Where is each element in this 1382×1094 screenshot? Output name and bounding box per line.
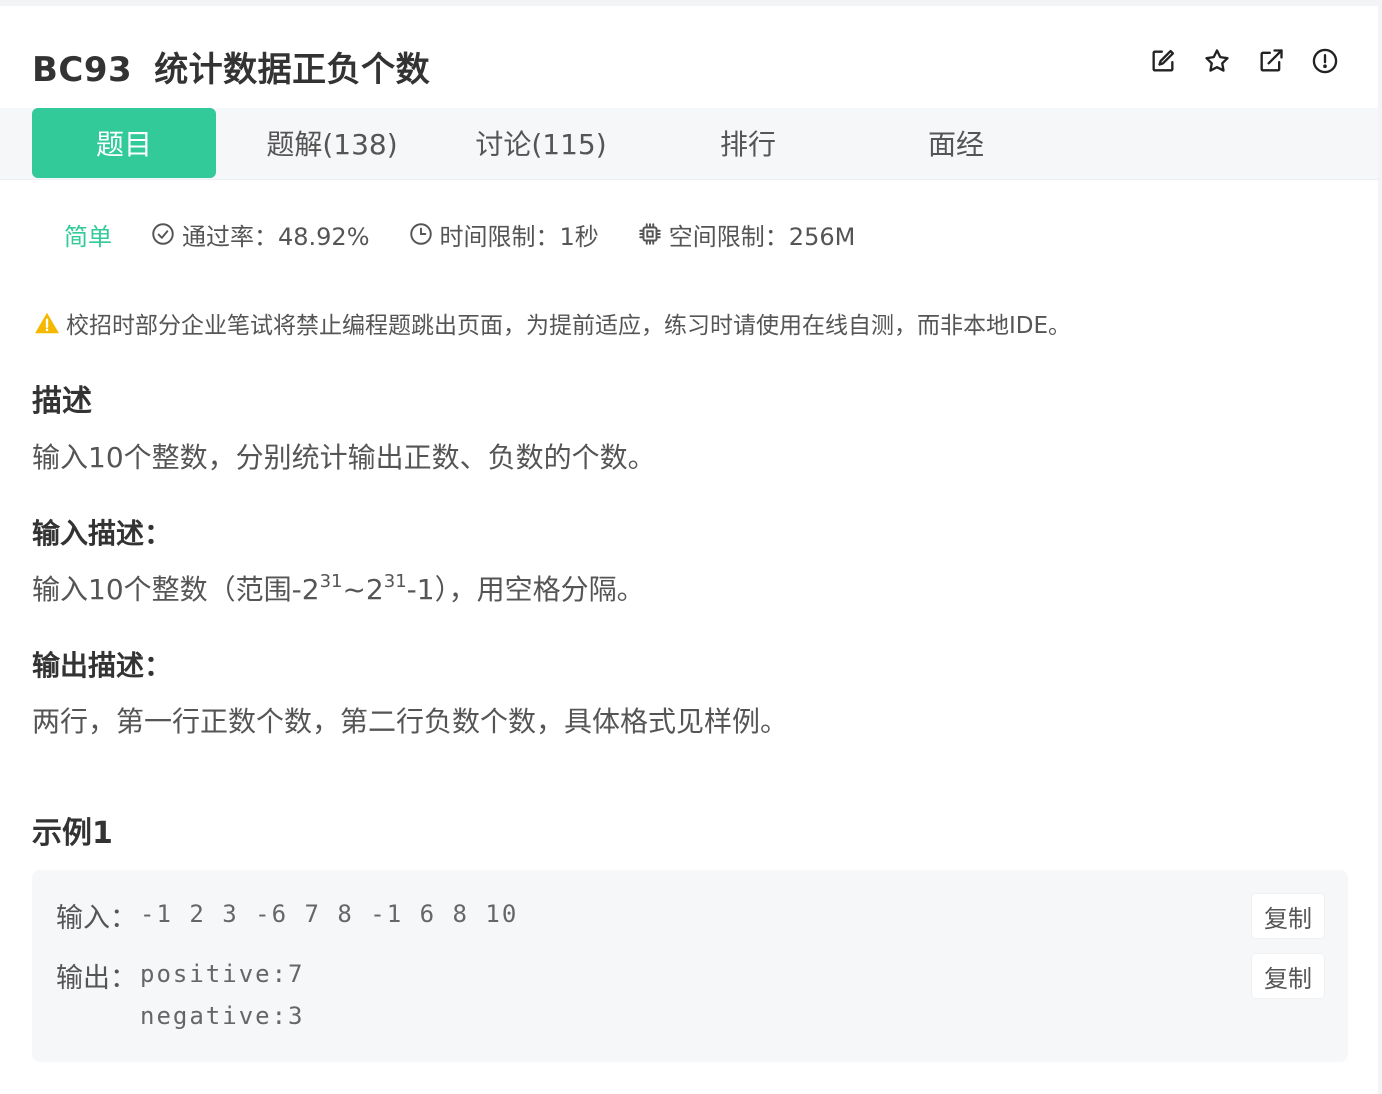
output-desc-text: 两行，第一行正数个数，第二行负数个数，具体格式见样例。 [32,705,789,738]
warning-notice: 校招时部分企业笔试将禁止编程题跳出页面，为提前适应，练习时请使用在线自测，而非本… [34,306,1071,340]
memory-limit-text: 空间限制：256M [668,222,856,251]
right-divider [1378,0,1382,1094]
tab-problem[interactable]: 题目 [32,108,216,178]
output-desc-heading: 输出描述： [32,649,173,682]
description-heading: 描述 [32,384,92,419]
share-icon[interactable] [1256,46,1286,76]
tab-interview[interactable]: 面经 [864,108,1048,178]
problem-page: BC93 统计数据正负个数 题目 题解(138) 讨论(115) 排行 面经 简… [0,0,1382,1094]
edit-icon[interactable] [1148,46,1178,76]
tab-ranking[interactable]: 排行 [656,108,840,178]
chip-icon [639,223,661,245]
example-heading: 示例1 [32,816,113,851]
page-title: BC93 统计数据正负个数 [32,42,430,91]
star-icon[interactable] [1202,46,1232,76]
pass-rate: 通过率：48.92% [150,217,370,252]
time-limit: 时间限制：1秒 [408,217,599,252]
clock-icon [409,223,432,245]
pass-rate-text: 通过率：48.92% [182,222,370,251]
warning-icon [35,312,59,334]
tab-discussion[interactable]: 讨论(115) [446,108,636,178]
example-output-line2[interactable]: negative:3 [140,1002,305,1030]
top-divider [0,0,1382,6]
copy-input-button[interactable]: 复制 [1252,894,1324,938]
difficulty-badge: 简单 [64,222,112,251]
example-input-value[interactable]: -1 2 3 -6 7 8 -1 6 8 10 [140,900,518,928]
input-desc-text: 输入10个整数（范围-231~231-1），用空格分隔。 [32,571,645,606]
description-text: 输入10个整数，分别统计输出正数、负数的个数。 [32,441,656,474]
tab-bar: 题目 题解(138) 讨论(115) 排行 面经 [0,108,1378,180]
example-input-label: 输入： [56,903,137,934]
copy-output-button[interactable]: 复制 [1252,954,1324,998]
problem-title: 统计数据正负个数 [154,49,431,90]
title-actions [1148,46,1340,76]
input-desc-heading: 输入描述： [32,517,173,550]
problem-meta: 简单 通过率：48.92% 时间限制：1秒 空间限制：256M [64,214,893,254]
title-row: BC93 统计数据正负个数 [32,40,430,92]
warning-text: 校招时部分企业笔试将禁止编程题跳出页面，为提前适应，练习时请使用在线自测，而非本… [66,313,1072,339]
time-limit-text: 时间限制：1秒 [439,222,599,251]
check-circle-icon [152,223,174,245]
example-output-line1[interactable]: positive:7 [140,960,305,988]
tab-solutions[interactable]: 题解(138) [236,108,428,178]
example-output-label: 输出： [56,963,137,994]
memory-limit: 空间限制：256M [637,217,856,252]
example-box: 输入： -1 2 3 -6 7 8 -1 6 8 10 复制 输出： posit… [32,870,1348,1062]
report-icon[interactable] [1310,46,1340,76]
problem-code: BC93 [32,49,133,90]
